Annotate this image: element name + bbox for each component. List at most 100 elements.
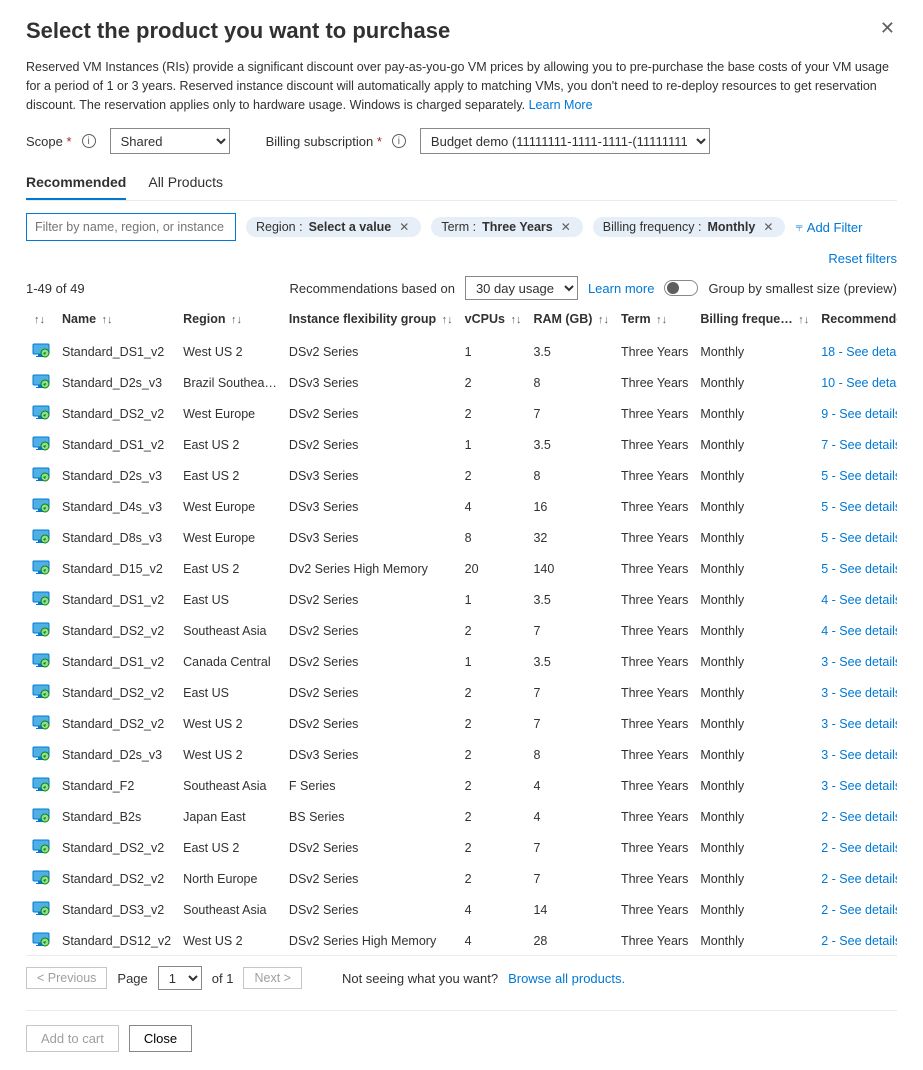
cell-vcpus: 2 (459, 863, 528, 894)
filter-label: Billing frequency : (603, 220, 702, 234)
cell-billing: Monthly (694, 863, 815, 894)
table-row[interactable]: Standard_DS2_v2Southeast AsiaDSv2 Series… (26, 615, 897, 646)
table-row[interactable]: Standard_DS2_v2East USDSv2 Series27Three… (26, 677, 897, 708)
close-icon[interactable]: ✕ (397, 220, 411, 234)
col-region[interactable]: Region ↑↓ (177, 306, 283, 336)
cell-term: Three Years (615, 336, 694, 367)
description-body: Reserved VM Instances (RIs) provide a si… (26, 60, 889, 112)
see-details-link[interactable]: 3 - See details (821, 655, 897, 669)
add-to-cart-button[interactable]: Add to cart (26, 1025, 119, 1052)
cell-region: West Europe (177, 398, 283, 429)
table-row[interactable]: Standard_DS1_v2East US 2DSv2 Series13.5T… (26, 429, 897, 460)
reset-filters-link[interactable]: Reset filters (828, 251, 897, 266)
see-details-link[interactable]: 5 - See details (821, 562, 897, 576)
col-billing[interactable]: Billing freque… ↑↓ (694, 306, 815, 336)
see-details-link[interactable]: 4 - See details (821, 593, 897, 607)
browse-all-link[interactable]: Browse all products. (508, 971, 625, 986)
info-icon[interactable]: i (82, 134, 96, 148)
table-row[interactable]: Standard_D15_v2East US 2Dv2 Series High … (26, 553, 897, 584)
cell-vcpus: 2 (459, 770, 528, 801)
cell-vcpus: 1 (459, 429, 528, 460)
cell-ram: 7 (527, 677, 615, 708)
scope-select[interactable]: Shared (110, 128, 230, 154)
table-row[interactable]: Standard_D2s_v3Brazil Southea…DSv3 Serie… (26, 367, 897, 398)
close-icon[interactable]: ✕ (761, 220, 775, 234)
see-details-link[interactable]: 2 - See details (821, 934, 897, 948)
cell-region: East US 2 (177, 429, 283, 460)
group-toggle[interactable] (664, 280, 698, 296)
col-vcpus[interactable]: vCPUs ↑↓ (459, 306, 528, 336)
see-details-link[interactable]: 10 - See details (821, 376, 897, 390)
cell-name: Standard_DS2_v2 (56, 398, 177, 429)
close-icon[interactable]: ✕ (559, 220, 573, 234)
table-row[interactable]: Standard_DS1_v2West US 2DSv2 Series13.5T… (26, 336, 897, 367)
table-row[interactable]: Standard_D2s_v3West US 2DSv3 Series28Thr… (26, 739, 897, 770)
col-term[interactable]: Term ↑↓ (615, 306, 694, 336)
see-details-link[interactable]: 5 - See details (821, 531, 897, 545)
close-button[interactable]: Close (129, 1025, 192, 1052)
col-qty[interactable]: Recommended quantity ↑↓ (815, 306, 897, 336)
table-row[interactable]: Standard_B2sJapan EastBS Series24Three Y… (26, 801, 897, 832)
info-icon[interactable]: i (392, 134, 406, 148)
table-row[interactable]: Standard_D2s_v3East US 2DSv3 Series28Thr… (26, 460, 897, 491)
see-details-link[interactable]: 2 - See details (821, 903, 897, 917)
table-row[interactable]: Standard_D4s_v3West EuropeDSv3 Series416… (26, 491, 897, 522)
filter-label: Region : (256, 220, 303, 234)
see-details-link[interactable]: 3 - See details (821, 717, 897, 731)
filter-input[interactable] (26, 213, 236, 241)
table-row[interactable]: Standard_DS2_v2West US 2DSv2 Series27Thr… (26, 708, 897, 739)
see-details-link[interactable]: 4 - See details (821, 624, 897, 638)
col-ram[interactable]: RAM (GB) ↑↓ (527, 306, 615, 336)
table-row[interactable]: Standard_DS1_v2Canada CentralDSv2 Series… (26, 646, 897, 677)
cell-billing: Monthly (694, 398, 815, 429)
learn-more-link[interactable]: Learn more (588, 281, 654, 296)
see-details-link[interactable]: 5 - See details (821, 500, 897, 514)
table-row[interactable]: Standard_DS2_v2West EuropeDSv2 Series27T… (26, 398, 897, 429)
cell-term: Three Years (615, 646, 694, 677)
see-details-link[interactable]: 2 - See details (821, 872, 897, 886)
see-details-link[interactable]: 3 - See details (821, 779, 897, 793)
learn-more-link[interactable]: Learn More (529, 98, 593, 112)
billing-subscription-select[interactable]: Budget demo (11111111-1111-1111-(1111111… (420, 128, 710, 154)
page-select[interactable]: 1 (158, 966, 202, 990)
cell-ram: 32 (527, 522, 615, 553)
vm-icon (32, 837, 50, 855)
billing-subscription-label: Billing subscription * (266, 134, 382, 149)
cell-vcpus: 2 (459, 708, 528, 739)
tab-all-products[interactable]: All Products (148, 168, 223, 200)
table-row[interactable]: Standard_DS12_v2West US 2DSv2 Series Hig… (26, 925, 897, 956)
see-details-link[interactable]: 5 - See details (821, 469, 897, 483)
see-details-link[interactable]: 2 - See details (821, 841, 897, 855)
cell-vcpus: 1 (459, 584, 528, 615)
see-details-link[interactable]: 9 - See details (821, 407, 897, 421)
cell-ram: 4 (527, 770, 615, 801)
filter-value: Select a value (309, 220, 392, 234)
table-row[interactable]: Standard_DS3_v2Southeast AsiaDSv2 Series… (26, 894, 897, 925)
table-row[interactable]: Standard_DS2_v2East US 2DSv2 Series27Thr… (26, 832, 897, 863)
table-row[interactable]: Standard_F2Southeast AsiaF Series24Three… (26, 770, 897, 801)
sort-icon[interactable]: ↑↓ (34, 314, 45, 326)
see-details-link[interactable]: 3 - See details (821, 686, 897, 700)
tab-recommended[interactable]: Recommended (26, 168, 126, 200)
see-details-link[interactable]: 3 - See details (821, 748, 897, 762)
table-row[interactable]: Standard_DS1_v2East USDSv2 Series13.5Thr… (26, 584, 897, 615)
table-row[interactable]: Standard_DS2_v2North EuropeDSv2 Series27… (26, 863, 897, 894)
recommendations-range-select[interactable]: 30 day usage (465, 276, 578, 300)
cell-ram: 7 (527, 398, 615, 429)
filter-pill-billing-frequency[interactable]: Billing frequency : Monthly ✕ (593, 217, 786, 237)
add-filter-button[interactable]: ⫧ Add Filter (795, 219, 862, 235)
filter-pill-region[interactable]: Region : Select a value ✕ (246, 217, 421, 237)
previous-button[interactable]: < Previous (26, 967, 107, 989)
col-name[interactable]: Name ↑↓ (56, 306, 177, 336)
filter-pill-term[interactable]: Term : Three Years ✕ (431, 217, 582, 237)
table-row[interactable]: Standard_D8s_v3West EuropeDSv3 Series832… (26, 522, 897, 553)
see-details-link[interactable]: 7 - See details (821, 438, 897, 452)
vm-icon (32, 899, 50, 917)
see-details-link[interactable]: 18 - See details (821, 345, 897, 359)
close-icon[interactable]: ✕ (880, 18, 895, 39)
next-button[interactable]: Next > (243, 967, 301, 989)
cell-name: Standard_DS1_v2 (56, 646, 177, 677)
see-details-link[interactable]: 2 - See details (821, 810, 897, 824)
cell-flex: BS Series (283, 801, 459, 832)
col-flex[interactable]: Instance flexibility group ↑↓ (283, 306, 459, 336)
